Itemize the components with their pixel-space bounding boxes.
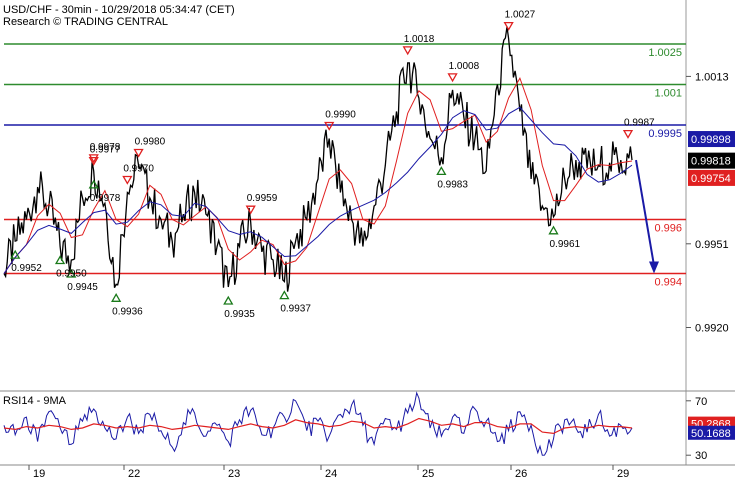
time-axis-group: 19 22 23 24 25 26 29 [28, 465, 629, 480]
level-label-0: 1.0025 [648, 47, 682, 59]
rsi-axis-group: 703050.286850.1688 [686, 396, 735, 462]
rsi-tag-label-1: 50.1688 [691, 428, 731, 440]
time-tick-label-3: 24 [325, 468, 337, 480]
chart-subtitle: Research © TRADING CENTRAL [3, 16, 168, 28]
usdchf-chart: USD/CHF - 30min - 10/29/2018 05:34:47 (C… [0, 0, 735, 480]
resistance-label-6: 1.0018 [404, 34, 435, 45]
rsi-tick-label-0: 70 [695, 396, 707, 408]
support-label-18: 0.9961 [550, 239, 581, 250]
support-label-14: 0.9937 [280, 304, 311, 315]
resistance-label-8: 1.0027 [505, 10, 536, 21]
level-label-2: 0.9995 [648, 128, 682, 140]
rsi-group [3, 391, 633, 456]
rsi-tick-label-1: 30 [695, 450, 707, 462]
chart-title: USD/CHF - 30min - 10/29/2018 05:34:47 (C… [3, 4, 235, 16]
level-label-1: 1.001 [654, 88, 682, 100]
resistance-label-7: 1.0008 [449, 61, 480, 72]
price-tag-label-2: 0.99754 [691, 173, 731, 185]
support-label-10: 0.9945 [67, 282, 98, 293]
resistance-label-9: 0.9987 [624, 118, 655, 129]
resistance-label-3: 0.9970 [123, 164, 154, 175]
time-tick-label-4: 25 [422, 468, 434, 480]
level-label-3: 0.996 [654, 223, 682, 235]
resistance-label-1: 0.9978 [90, 142, 121, 153]
support-label-16: 0.9983 [437, 179, 468, 190]
support-label-15: 0.9950 [56, 269, 87, 280]
level-label-4: 0.994 [654, 277, 682, 289]
rsi-title: RSI14 - 9MA [3, 395, 67, 407]
resistance-label-5: 0.9990 [325, 110, 356, 121]
time-tick-label-2: 23 [228, 468, 240, 480]
time-tick-label-5: 26 [515, 468, 527, 480]
time-tick-label-1: 22 [128, 468, 140, 480]
support-label-17: 0.9978 [90, 193, 121, 204]
price-tick-label-1: 0.9951 [695, 239, 729, 251]
time-tick-label-6: 29 [617, 468, 629, 480]
price-tags-group: 0.99898 0.99818 0.99754 [688, 131, 735, 186]
resistance-label-2: 0.9980 [135, 137, 166, 148]
time-tick-label-0: 19 [33, 468, 45, 480]
support-label-12: 0.9952 [11, 263, 42, 274]
price-tick-label-0: 1.0013 [695, 71, 729, 83]
support-label-11: 0.9936 [112, 306, 143, 317]
price-tick-label-2: 0.9920 [695, 323, 729, 335]
price-tag-label-0: 0.99898 [691, 134, 731, 146]
support-label-13: 0.9935 [224, 309, 255, 320]
price-tag-label-1: 0.99818 [691, 156, 731, 168]
resistance-label-4: 0.9959 [247, 193, 278, 204]
